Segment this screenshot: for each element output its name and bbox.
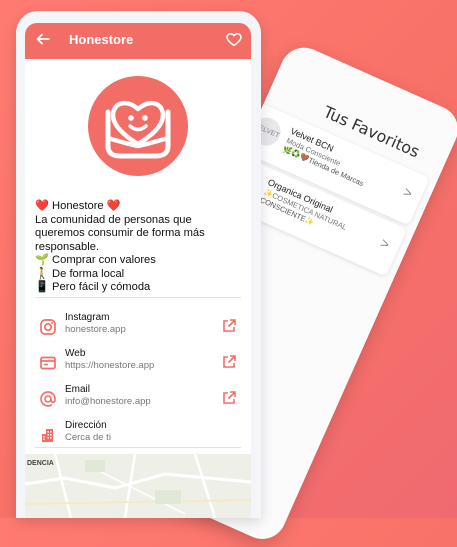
map-label: DENCIA [27, 460, 54, 467]
open-external-icon[interactable] [221, 390, 237, 406]
contact-label: Instagram [65, 312, 110, 323]
contact-label: Email [65, 384, 91, 395]
honestore-logo [88, 76, 188, 176]
contact-value: Cerca de ti [65, 432, 111, 443]
description-line: responsable. [35, 240, 100, 253]
description-line: 📱 Pero fácil y cómoda [35, 281, 151, 293]
divider [35, 297, 241, 298]
description-line: ❤️ Honestore ❤️ [35, 200, 121, 212]
store-description: ❤️ Honestore ❤️ La comunidad de personas… [35, 200, 245, 295]
location-map[interactable]: DENCIA [25, 454, 251, 518]
contact-email[interactable]: Email info@honestore.app [35, 383, 241, 417]
contact-value: info@honestore.app [65, 396, 151, 407]
building-icon [39, 426, 57, 444]
contact-value: honestore.app [65, 324, 126, 335]
contact-instagram[interactable]: Instagram honestore.app [35, 311, 241, 345]
arrow-left-icon[interactable] [35, 31, 53, 49]
web-card-icon [39, 354, 57, 372]
chevron-right-icon[interactable]: > [401, 183, 415, 201]
app-bar: Honestore [25, 23, 251, 59]
store-detail-screen: Honestore ❤️ Honestore ❤️ La comunidad d… [25, 23, 251, 518]
contact-web[interactable]: Web https://honestore.app [35, 347, 241, 381]
contact-value: https://honestore.app [65, 360, 155, 371]
email-at-icon [39, 390, 57, 408]
instagram-icon [39, 318, 57, 336]
open-external-icon[interactable] [221, 354, 237, 370]
heart-outline-icon[interactable] [225, 30, 243, 48]
description-line: queremos consumir de forma más [35, 227, 205, 239]
description-line: 🌱 Comprar con valores [35, 254, 156, 266]
contact-label: Dirección [65, 420, 107, 431]
store-detail-phone: Honestore ❤️ Honestore ❤️ La comunidad d… [16, 11, 261, 518]
chevron-right-icon[interactable]: > [378, 235, 392, 253]
open-external-icon[interactable] [221, 318, 237, 334]
description-line: La comunidad de personas que [35, 213, 192, 226]
description-line: 🚶 De forma local [35, 267, 125, 280]
divider [35, 447, 241, 448]
page-title: Honestore [69, 32, 134, 47]
contact-label: Web [65, 348, 86, 359]
